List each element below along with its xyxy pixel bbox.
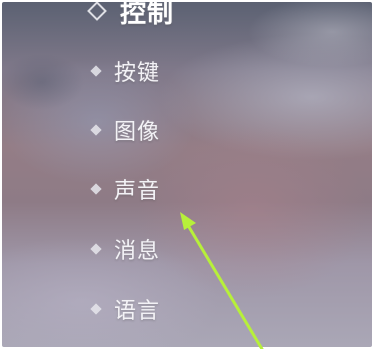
settings-menu-screen: 控制 按键 图像 声音 消息 语言	[2, 2, 372, 347]
diamond-bullet-icon	[90, 303, 102, 315]
menu-item-label: 消息	[114, 239, 161, 264]
menu-item-sound[interactable]: 声音	[90, 172, 161, 206]
menu-item-label: 按键	[114, 61, 161, 86]
diamond-bullet-icon	[90, 243, 102, 255]
menu-item-messages[interactable]: 消息	[90, 232, 161, 266]
menu-item-image[interactable]: 图像	[90, 113, 161, 147]
menu-header-control[interactable]: 控制	[87, 2, 175, 29]
menu-item-keys[interactable]: 按键	[90, 54, 161, 88]
menu-item-language[interactable]: 语言	[90, 292, 161, 326]
menu-item-label: 声音	[114, 179, 161, 204]
diamond-bullet-icon	[90, 65, 102, 77]
diamond-bullet-icon	[90, 183, 102, 195]
diamond-bullet-icon	[87, 2, 107, 21]
menu-item-label: 图像	[114, 120, 161, 145]
diamond-bullet-icon	[90, 124, 102, 136]
menu-header-label: 控制	[120, 2, 175, 29]
menu-item-label: 语言	[114, 299, 161, 324]
